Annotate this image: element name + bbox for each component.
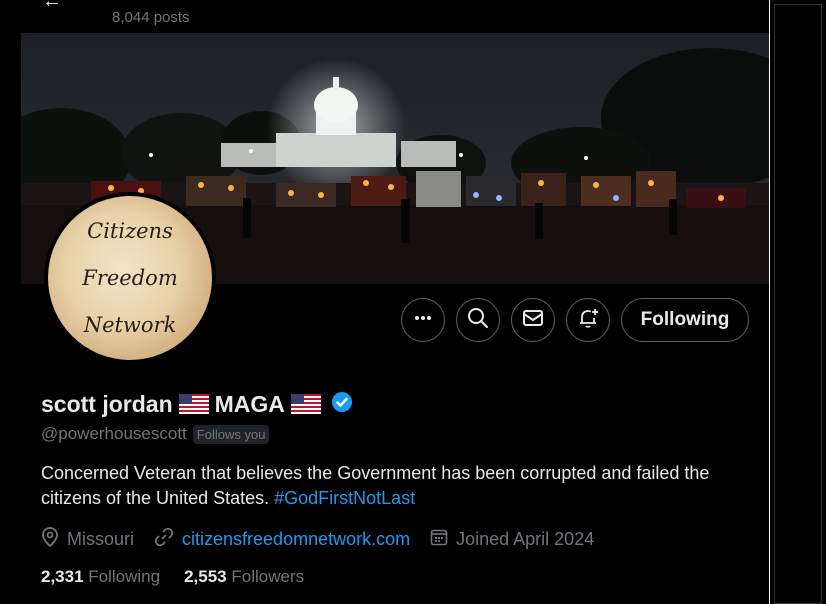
website-link[interactable]: citizensfreedomnetwork.com: [182, 529, 410, 550]
message-button[interactable]: [511, 298, 555, 342]
avatar-text-line: Freedom: [82, 265, 178, 290]
handle-row: @powerhousescott Follows you: [41, 424, 270, 444]
search-profile-button[interactable]: [456, 298, 500, 342]
location-pin-icon: [41, 527, 67, 552]
bio-hashtag-link[interactable]: #GodFirstNotLast: [274, 488, 415, 508]
following-button[interactable]: Following: [621, 298, 749, 342]
link-icon: [154, 527, 182, 552]
following-label: Following: [88, 567, 161, 586]
more-icon: [413, 308, 433, 333]
notify-button[interactable]: [566, 298, 610, 342]
avatar-text-line: Citizens: [87, 218, 173, 243]
username-handle: @powerhousescott: [41, 424, 187, 443]
display-name-text: scott jordan: [41, 390, 173, 417]
followers-label: Followers: [231, 567, 305, 586]
following-count: 2,331: [41, 567, 84, 586]
mail-icon: [522, 307, 544, 334]
location-text: Missouri: [67, 529, 135, 549]
followers-count: 2,553: [184, 567, 227, 586]
verified-badge-icon[interactable]: [331, 391, 353, 418]
more-button[interactable]: [401, 298, 445, 342]
profile-column: ← 8,044 posts Citizens Freedom Network F…: [20, 0, 769, 604]
profile-actions: Following: [20, 298, 769, 344]
us-flag-icon: [290, 394, 321, 414]
us-flag-icon: [178, 394, 209, 414]
following-stat-link[interactable]: 2,331 Following: [41, 567, 160, 587]
search-icon: [467, 307, 489, 334]
left-edge: [0, 0, 20, 604]
profile-bio: Concerned Veteran that believes the Gove…: [41, 461, 741, 511]
location-item: Missouri: [41, 527, 134, 552]
joined-item: Joined April 2024: [430, 528, 594, 551]
follow-stats: 2,331 Following 2,553 Followers: [41, 567, 328, 587]
followers-stat-link[interactable]: 2,553 Followers: [184, 567, 304, 587]
website-item: citizensfreedomnetwork.com: [154, 527, 410, 552]
display-name: scott jordan MAGA: [41, 389, 353, 419]
follows-you-badge: Follows you: [192, 424, 270, 444]
bell-plus-icon: [576, 306, 600, 335]
back-arrow-icon[interactable]: ←: [42, 0, 62, 13]
right-rail-panel: [774, 4, 822, 604]
calendar-icon: [430, 528, 456, 551]
profile-header: ← 8,044 posts: [20, 0, 769, 33]
joined-text: Joined April 2024: [456, 529, 595, 549]
posts-count: 8,044 posts: [112, 9, 190, 26]
profile-meta: Missouri citizensfreedomnetwork.com Join…: [41, 527, 614, 552]
display-name-text: MAGA: [214, 390, 285, 417]
